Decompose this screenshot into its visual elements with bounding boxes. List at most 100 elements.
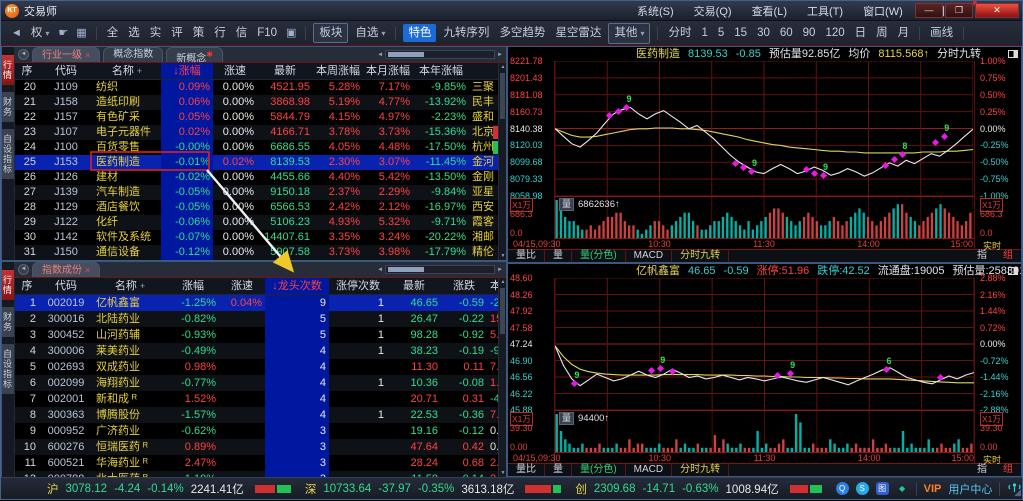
skype-icon[interactable]: S [856, 482, 869, 495]
toolbar-item-权[interactable]: 权 [26, 24, 55, 43]
indicator-tab-分时九转[interactable]: 分时九转 [672, 250, 729, 262]
toolbar-item-周[interactable]: 周 [871, 24, 893, 42]
table-row[interactable]: 3300452山河药辅-0.93%5198.28-0.925. [15, 327, 498, 343]
toolbar-item-其他[interactable]: 其他 [608, 23, 650, 44]
table-row[interactable]: 27J139汽车制造-0.05%0.00%9150.182.37%2.29%-9… [15, 185, 498, 200]
tab-新概念[interactable]: 新概念✱ [166, 47, 223, 62]
toolbar-item-九转序列[interactable]: 九转序列 [438, 24, 494, 42]
minimize-button[interactable]: — [915, 3, 943, 18]
close-button[interactable]: ✕ [975, 3, 1019, 18]
table-row[interactable]: 26J126建材-0.02%0.00%4455.664.40%5.42%-13.… [15, 170, 498, 185]
scroll-track[interactable] [385, 265, 495, 274]
table-row[interactable]: 9000952广济药业-0.62%319.16-0.120. [15, 423, 498, 439]
toolbar-item-多空趋势[interactable]: 多空趋势 [494, 24, 550, 42]
indicator-tab-分时九转[interactable]: 分时九转 [672, 464, 729, 476]
expand-icon[interactable] [1008, 267, 1018, 275]
scroll-up-icon[interactable]: ▲ [499, 279, 507, 285]
scroll-thumb[interactable] [500, 73, 505, 119]
scroll-up-icon[interactable]: ▲ [499, 64, 507, 70]
table-row[interactable]: 28J129酒店餐饮-0.05%0.00%6566.532.42%2.12%-1… [15, 200, 498, 215]
vip-label[interactable]: VIP [924, 483, 942, 495]
side-tab-行情[interactable]: 行情 [2, 270, 14, 300]
column-header-涨幅[interactable]: ↓涨幅 [161, 63, 213, 79]
toolbar-item-5[interactable]: 5 [713, 24, 729, 42]
indicator-tab-量(分色)[interactable]: 量(分色) [572, 464, 626, 476]
time-axis[interactable]: 04/15,09:3010:3011:3014:0015:00 [555, 452, 974, 463]
column-header-涨速[interactable]: 涨速 [213, 63, 257, 79]
column-header-本周[interactable]: 本周 [487, 278, 498, 294]
table-row[interactable]: 7002001新和成 ᴿ1.52%420.710.31-4. [15, 391, 498, 407]
menu-5[interactable]: 窗口(W) [863, 3, 903, 19]
horizontal-scrollbar[interactable]: ◄► [377, 265, 503, 274]
toolbar-item-评[interactable]: 评 [166, 24, 188, 42]
toolbar-item-日[interactable]: 日 [850, 24, 872, 42]
side-tab-自设指标[interactable]: 自设指标 [2, 344, 14, 394]
column-header-最新[interactable]: 最新 [387, 278, 441, 294]
scroll-down-icon[interactable]: ▼ [499, 253, 507, 259]
table-row[interactable]: 30J142软件及系统-0.07%0.00%14407.613.35%3.24%… [15, 230, 498, 245]
table-row[interactable]: 29J122化纤-0.06%0.00%5106.234.93%5.32%-9.7… [15, 215, 498, 230]
scroll-right-icon[interactable]: ► [497, 267, 503, 273]
photos-icon[interactable]: 图 [876, 482, 889, 495]
table-row[interactable]: 31J150通信设备-0.12%0.00%5907.583.73%3.98%-1… [15, 245, 498, 260]
tab-back-button[interactable]: ◄ [18, 49, 29, 60]
toolbar-item-自选[interactable]: 自选 [350, 24, 390, 43]
vertical-scrollbar[interactable]: ▲▼ [498, 278, 506, 477]
column-header-本周涨幅[interactable]: 本周涨幅 [313, 63, 363, 79]
column-header-序[interactable]: 序 [15, 63, 39, 79]
column-header-涨跌[interactable]: 涨跌 [441, 278, 487, 294]
toolbar-item-选[interactable]: 选 [123, 24, 145, 42]
vertical-scrollbar[interactable]: ▲▼ [498, 63, 506, 260]
menu-1[interactable]: 系统(S) [637, 3, 674, 19]
table-row[interactable]: 6002099海翔药业-0.77%4110.36-0.081. [15, 375, 498, 391]
toolbar-item-15[interactable]: 15 [729, 24, 752, 42]
indicator-tab-量[interactable]: 量 [545, 464, 572, 476]
table-row[interactable]: 21J158造纸印刷0.06%0.00%3868.985.19%4.77%-13… [15, 95, 498, 110]
column-header-龙头次数[interactable]: ↓龙头次数 [265, 278, 329, 294]
horizontal-scrollbar[interactable]: ◄► [377, 50, 503, 59]
toolbar-item-90[interactable]: 90 [798, 24, 821, 42]
toolbar-item-星空雷达[interactable]: 星空雷达 [550, 24, 606, 42]
side-tab-行情[interactable]: 行情 [2, 55, 14, 85]
indicator-tab-MACD[interactable]: MACD [626, 250, 672, 262]
tab-back-button[interactable]: ◄ [18, 264, 29, 275]
tab-行业一级[interactable]: 行业一级× [32, 47, 100, 62]
column-header-extra[interactable] [469, 63, 498, 79]
toolbar-item-信[interactable]: 信 [231, 24, 253, 42]
side-tab-自设指标[interactable]: 自设指标 [2, 129, 14, 179]
layout-icon[interactable]: ▦ [72, 24, 90, 42]
indicator-tab-量[interactable]: 量 [545, 250, 572, 262]
scroll-right-icon[interactable]: ► [497, 52, 503, 58]
tab-概念指数[interactable]: 概念指数 [103, 47, 163, 62]
table-row[interactable]: 2300016北陆药业-0.82%5126.47-0.2215. [15, 311, 498, 327]
toolbar-item-月[interactable]: 月 [893, 24, 915, 42]
table-row[interactable]: 11600521华海药业 ᴿ2.47%328.240.682. [15, 455, 498, 471]
column-header-序[interactable]: 序 [15, 278, 39, 294]
column-header-本月涨幅[interactable]: 本月涨幅 [363, 63, 413, 79]
toolbar-item-特色[interactable]: 特色 [403, 24, 436, 42]
column-header-代码[interactable]: 代码 [39, 278, 93, 294]
table-row[interactable]: 4300006莱美药业-0.49%4138.23-0.19-9. [15, 343, 498, 359]
toolbar-item-画线[interactable]: 画线 [925, 24, 958, 42]
column-header-涨速[interactable]: 涨速 [219, 278, 265, 294]
maximize-button[interactable]: ❒ [945, 3, 973, 18]
side-tab-财务[interactable]: 财务 [2, 307, 14, 337]
column-header-名称[interactable]: 名称+ [93, 278, 167, 294]
column-header-代码[interactable]: 代码 [39, 63, 93, 79]
indicator-tab-量(分色)[interactable]: 量(分色) [572, 250, 626, 262]
menu-2[interactable]: 交易(Q) [694, 3, 732, 19]
toolbar-item-分时[interactable]: 分时 [663, 24, 696, 42]
table-row[interactable]: 1002019亿帆鑫富-1.25%0.04%9146.65-0.59-2. [15, 295, 498, 311]
side-tab-财务[interactable]: 财务 [2, 92, 14, 122]
scroll-down-icon[interactable]: ▼ [499, 470, 507, 476]
diamond-icon[interactable]: ◆ [896, 482, 909, 495]
qq-icon[interactable]: Q [836, 482, 849, 495]
toolbar-item-实[interactable]: 实 [145, 24, 167, 42]
table-row[interactable]: 5002693双成药业0.98%411.300.117. [15, 359, 498, 375]
indicator-tab-量比[interactable]: 量比 [508, 250, 545, 262]
expand-icon[interactable] [1008, 50, 1018, 58]
table-row[interactable]: 22J157有色矿采0.05%0.00%5844.794.15%4.97%-2.… [15, 110, 498, 125]
column-header-涨停次数[interactable]: 涨停次数 [329, 278, 387, 294]
menu-3[interactable]: 查看(L) [752, 3, 787, 19]
table-row[interactable]: 24J100百货零售-0.00%0.00%6686.554.05%4.48%-1… [15, 140, 498, 155]
